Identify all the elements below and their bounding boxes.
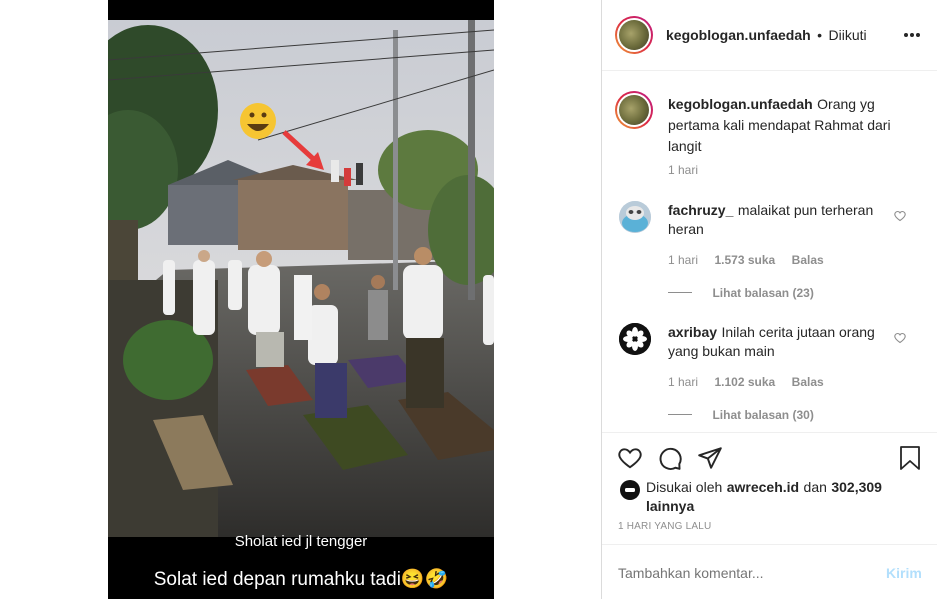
- view-replies-label: Lihat balasan (30): [712, 408, 814, 422]
- comment-like-icon[interactable]: [894, 209, 906, 227]
- post-actions-section: Disukai oleh awreceh.id dan 302,309 lain…: [602, 432, 937, 545]
- header-username[interactable]: kegoblogan.unfaedah: [666, 27, 811, 43]
- post-photo[interactable]: Sholat ied jl tengger Solat ied depan ru…: [108, 0, 494, 599]
- commenter-avatar[interactable]: [619, 201, 651, 233]
- bookmark-save-icon[interactable]: [898, 445, 922, 471]
- comment-likes[interactable]: 1.573 suka: [714, 253, 775, 267]
- op-comment: kegoblogan.unfaedah Orang yg pertama kal…: [602, 80, 937, 190]
- comment-meta: 1 hari 1.102 suka Balas: [668, 373, 824, 391]
- replies-divider: [668, 292, 692, 294]
- post-timestamp[interactable]: 1 HARI YANG LALU: [618, 521, 711, 532]
- commenter-avatar[interactable]: [619, 323, 651, 355]
- view-replies-label: Lihat balasan (23): [712, 286, 814, 300]
- comment-time[interactable]: 1 hari: [668, 375, 698, 389]
- likes-and: dan: [803, 479, 827, 495]
- header-author-line: kegoblogan.unfaedah • Diikuti: [666, 27, 867, 45]
- op-avatar[interactable]: [615, 91, 653, 129]
- comment-input[interactable]: [616, 561, 860, 585]
- comment-bubble-icon[interactable]: [657, 445, 683, 471]
- replies-divider: [668, 414, 692, 416]
- post-header: kegoblogan.unfaedah • Diikuti: [602, 0, 937, 71]
- comment-item: axribay Inilah cerita jutaan orang yang …: [602, 317, 937, 427]
- likes-prefix: Disukai oleh: [646, 479, 723, 495]
- comment-reply-button[interactable]: Balas: [792, 375, 824, 389]
- like-heart-icon[interactable]: [617, 445, 643, 471]
- share-send-icon[interactable]: [697, 445, 723, 471]
- comment-time[interactable]: 1 hari: [668, 253, 698, 267]
- comment-reply-button[interactable]: Balas: [792, 253, 824, 267]
- photo-scene: [108, 20, 494, 537]
- comment-meta: 1 hari 1.573 suka Balas: [668, 251, 824, 269]
- op-comment-time[interactable]: 1 hari: [668, 163, 698, 177]
- comment-username[interactable]: axribay: [668, 324, 717, 340]
- photo-caption-top: Sholat ied jl tengger: [234, 533, 368, 550]
- view-replies-button[interactable]: Lihat balasan (30): [668, 406, 814, 424]
- comment-body: axribay Inilah cerita jutaan orang yang …: [668, 323, 893, 361]
- comment-like-icon[interactable]: [894, 331, 906, 349]
- comment-input-bar: Kirim: [602, 544, 937, 600]
- comment-username[interactable]: fachruzy_: [668, 202, 733, 218]
- post-media-area: Sholat ied jl tengger Solat ied depan ru…: [0, 0, 602, 599]
- more-horizontal-icon[interactable]: [902, 25, 922, 45]
- header-separator: •: [817, 27, 823, 43]
- op-comment-body: kegoblogan.unfaedah Orang yg pertama kal…: [668, 94, 900, 157]
- liker-avatar[interactable]: [620, 480, 640, 500]
- likes-summary: Disukai oleh awreceh.id dan 302,309 lain…: [646, 478, 886, 516]
- photo-illustration: [108, 20, 494, 537]
- post-sidebar: kegoblogan.unfaedah • Diikuti kegoblogan…: [602, 0, 937, 599]
- comment-body: fachruzy_ malaikat pun terheran heran: [668, 201, 893, 239]
- comment-likes[interactable]: 1.102 suka: [714, 375, 775, 389]
- liker-username[interactable]: awreceh.id: [727, 479, 799, 495]
- author-avatar[interactable]: [615, 16, 653, 54]
- post-comment-button[interactable]: Kirim: [886, 565, 922, 581]
- op-comment-username[interactable]: kegoblogan.unfaedah: [668, 96, 813, 112]
- view-replies-button[interactable]: Lihat balasan (23): [668, 284, 814, 302]
- photo-caption-bottom: Solat ied depan rumahku tadi😆🤣: [153, 569, 449, 590]
- comment-item: fachruzy_ malaikat pun terheran heran 1 …: [602, 195, 937, 305]
- follow-status[interactable]: Diikuti: [829, 27, 867, 43]
